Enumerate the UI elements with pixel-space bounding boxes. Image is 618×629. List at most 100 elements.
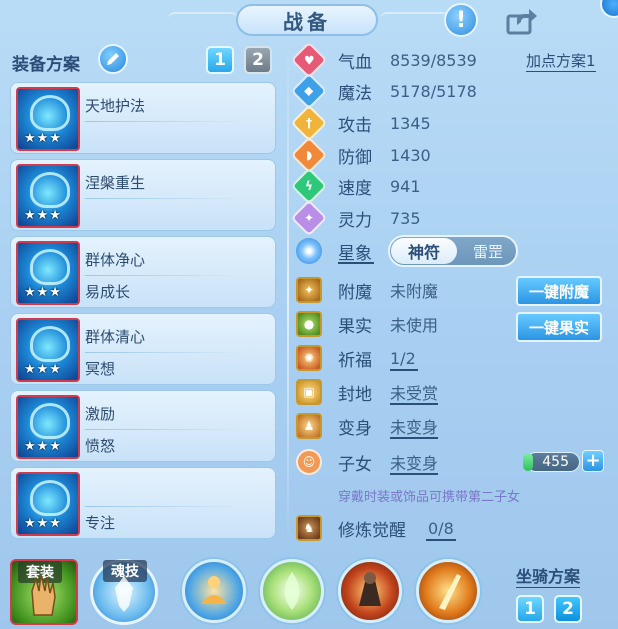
stat-value: 1430: [390, 145, 431, 165]
extra-name: 果实: [338, 316, 372, 337]
column-divider: [287, 40, 289, 545]
card-skill-1: 群体净心: [85, 251, 146, 269]
card-skill-1: 群体清心: [85, 328, 146, 346]
heart-icon: ♥: [290, 41, 328, 79]
flame-sword-icon: [439, 574, 461, 610]
awaken-icon: ♞: [296, 515, 322, 541]
skill-emblem-icon: [30, 403, 70, 439]
stat-row-attack: † 攻击 1345: [290, 104, 431, 142]
info-button[interactable]: !: [444, 3, 478, 37]
skill-card-6[interactable]: ★★★ 专注: [10, 467, 276, 539]
auto-fruit-button[interactable]: 一键果实: [516, 312, 602, 342]
scheme-page-2-button[interactable]: 2: [244, 46, 272, 74]
corner-gem-icon: [600, 0, 618, 18]
stat-value: 5178/5178: [390, 81, 477, 101]
stat-name: 灵力: [338, 210, 372, 231]
star-rating: ★★★: [24, 208, 62, 223]
extra-row-transform: ♟ 变身 未变身: [296, 412, 438, 440]
stat-value: 8539/8539: [390, 50, 477, 70]
card-skill-2: 易成长: [85, 283, 131, 301]
stat-name: 防御: [338, 147, 372, 168]
mount-page-2-button[interactable]: 2: [554, 595, 582, 623]
star-sign-toggle[interactable]: 神符 雷罡: [388, 235, 518, 267]
child-icon: ☺: [296, 449, 322, 475]
card-skill-2: 愤怒: [85, 437, 116, 455]
skill-card-5[interactable]: ★★★ 激励 愤怒: [10, 390, 276, 462]
title-ornament-left: [168, 12, 238, 26]
card-divider: [85, 198, 245, 199]
blessing-icon: ✺: [296, 345, 322, 371]
extra-row-fruit: ● 果实 未使用: [296, 310, 438, 338]
star-sign-icon: [296, 238, 322, 264]
spirit-icon: ✦: [290, 199, 328, 237]
bottom-skill-bar: 套装 魂技 坐骑方案 1 2: [0, 545, 618, 629]
soul-skill[interactable]: 魂技: [90, 559, 158, 625]
skill-orb-warrior[interactable]: [338, 559, 402, 623]
skill-emblem-icon: [30, 172, 70, 208]
star-rating: ★★★: [24, 362, 62, 377]
page-title: 战备: [236, 4, 378, 36]
card-skill-1: 涅槃重生: [85, 174, 146, 192]
page-title-text: 战备: [283, 9, 331, 34]
stat-value: 735: [390, 208, 421, 228]
toggle-option-leigang[interactable]: 雷罡: [460, 238, 516, 264]
edit-scheme-button[interactable]: [98, 44, 128, 74]
star-rating: ★★★: [24, 439, 62, 454]
transform-icon: ♟: [296, 413, 322, 439]
equipment-set-skill[interactable]: 套装: [10, 559, 78, 625]
extra-value[interactable]: 0/8: [428, 519, 454, 538]
skill-card-1[interactable]: ★★★ 天地护法: [10, 82, 276, 154]
extra-name: 修炼觉醒: [338, 520, 406, 541]
extra-value[interactable]: 未受赏: [390, 380, 438, 404]
skill-orb-monk[interactable]: [182, 559, 246, 623]
child-underline: [390, 473, 438, 475]
skill-portrait: ★★★: [16, 472, 80, 536]
skill-portrait: ★★★: [16, 87, 80, 151]
card-divider: [85, 121, 245, 122]
card-skill-2: 专注: [85, 514, 116, 532]
stat-row-star: 星象: [296, 237, 372, 265]
soul-crest-icon: [115, 576, 133, 612]
star-rating: ★★★: [24, 516, 62, 531]
meditation-icon: [201, 576, 227, 604]
mount-scheme-title[interactable]: 坐骑方案: [516, 563, 581, 588]
extra-value[interactable]: 未变身: [390, 414, 438, 438]
skill-card-2[interactable]: ★★★ 涅槃重生: [10, 159, 276, 231]
stat-row-defense: ◗ 防御 1430: [290, 136, 431, 174]
sword-icon: †: [290, 104, 328, 142]
star-sign-underline: [338, 262, 374, 264]
skill-card-4[interactable]: ★★★ 群体清心 冥想: [10, 313, 276, 385]
skill-orb-flame[interactable]: [416, 559, 480, 623]
extra-value[interactable]: 未变身: [390, 450, 438, 474]
palm-icon: [31, 574, 56, 616]
extra-name: 封地: [338, 384, 372, 405]
toggle-option-shenfu[interactable]: 神符: [391, 238, 457, 264]
awaken-underline: [426, 539, 456, 541]
leaf-icon: [284, 572, 300, 610]
stat-name: 速度: [338, 178, 372, 199]
extra-name: 附魔: [338, 282, 372, 303]
skill-emblem-icon: [30, 480, 70, 516]
extra-name: 变身: [338, 418, 372, 439]
extra-name: 子女: [338, 454, 372, 475]
extra-value: 未附魔: [390, 282, 439, 301]
title-ornament-right: [380, 12, 450, 26]
extra-row-child: ☺ 子女 未变身: [296, 448, 438, 476]
extra-row-awaken: ♞ 修炼觉醒 0/8: [296, 514, 454, 542]
warrior-icon: [359, 572, 381, 606]
share-button[interactable]: [504, 6, 540, 36]
scheme-page-1-button[interactable]: 1: [206, 46, 234, 74]
attribute-plan-link[interactable]: 加点方案1: [526, 50, 596, 72]
stat-value: 1345: [390, 113, 431, 133]
blessing-underline: [390, 369, 418, 371]
card-divider: [85, 275, 245, 276]
extra-value[interactable]: 1/2: [390, 349, 416, 368]
stat-row-spirit: ✦ 灵力 735: [290, 199, 421, 237]
skill-orb-leaf[interactable]: [260, 559, 324, 623]
skill-portrait: ★★★: [16, 318, 80, 382]
auto-enchant-button[interactable]: 一键附魔: [516, 276, 602, 306]
star-sign-label[interactable]: 星象: [338, 239, 372, 264]
skill-card-3[interactable]: ★★★ 群体净心 易成长: [10, 236, 276, 308]
add-child-button[interactable]: +: [582, 450, 604, 472]
mount-page-1-button[interactable]: 1: [516, 595, 544, 623]
